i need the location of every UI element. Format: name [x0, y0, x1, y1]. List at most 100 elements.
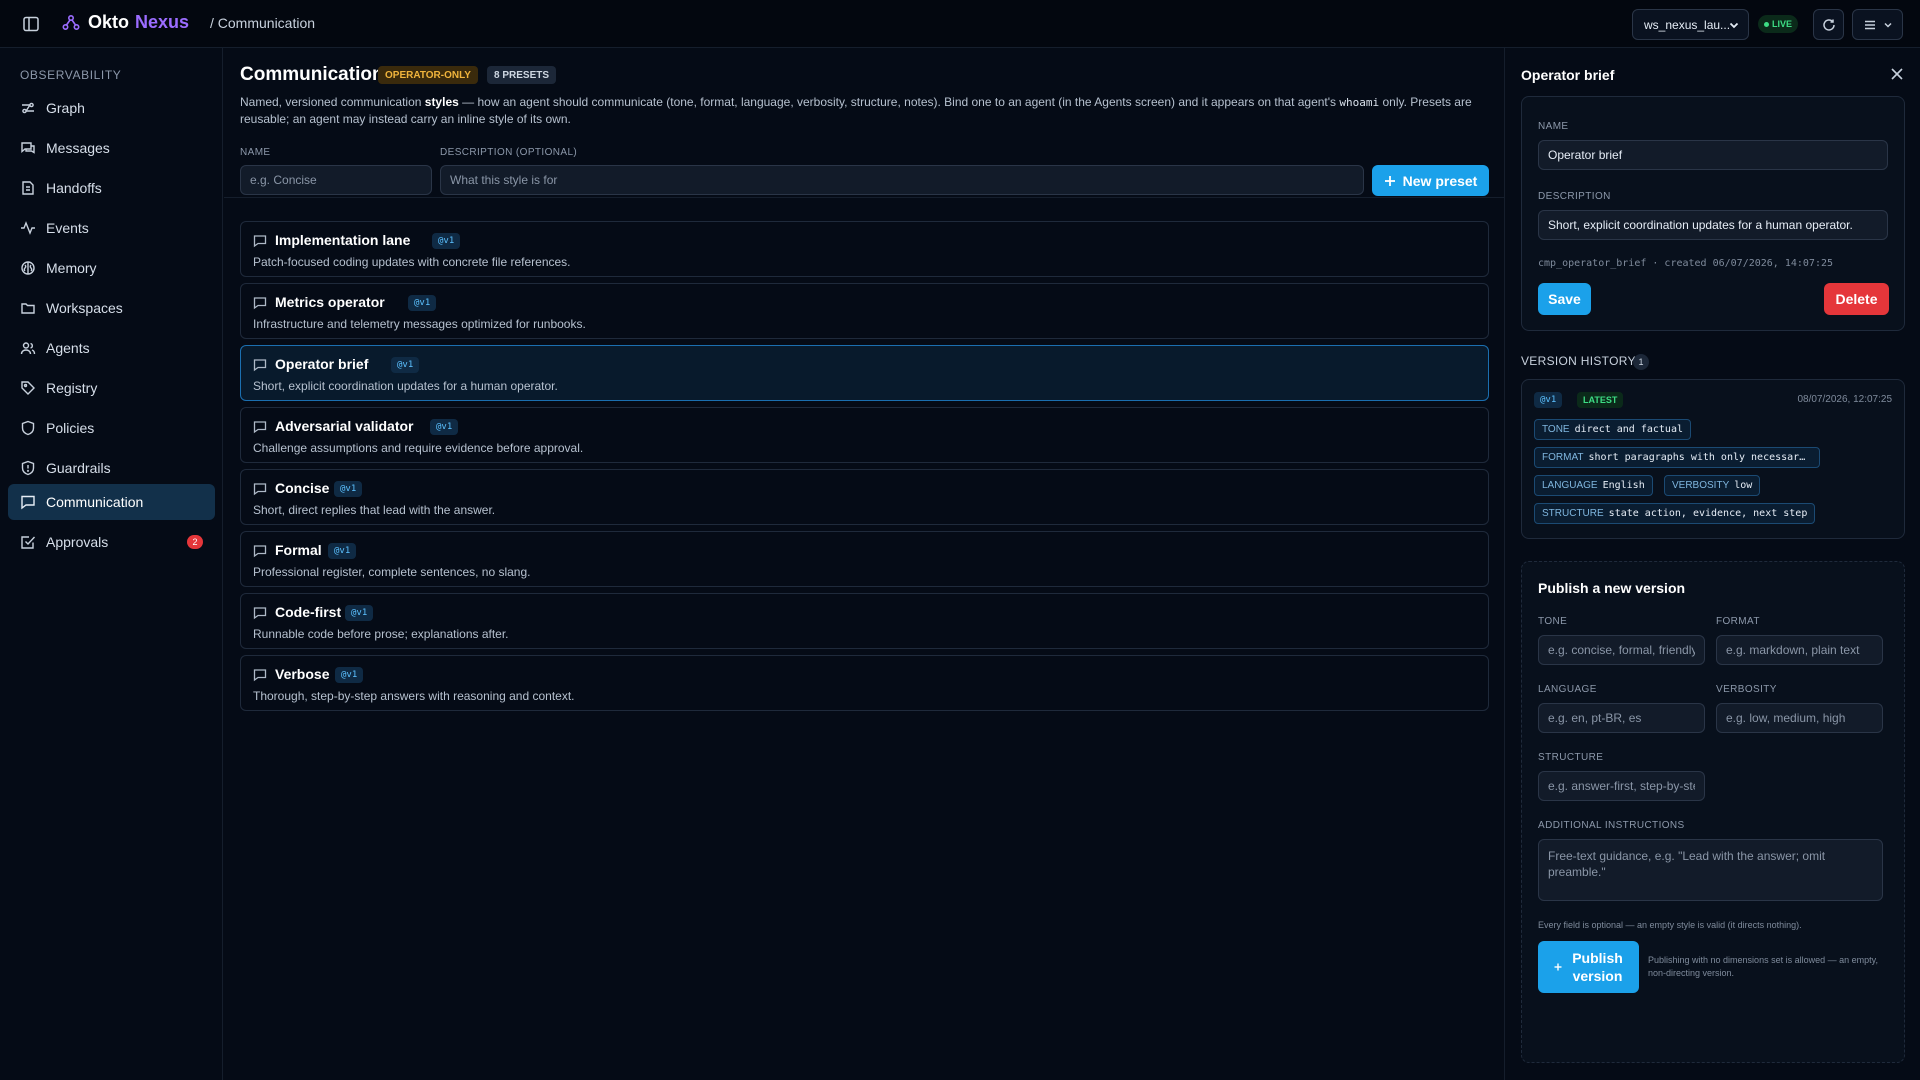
chat-icon [21, 495, 35, 510]
version-history-title: VERSION HISTORY [1521, 354, 1636, 368]
workspace-select[interactable]: ws_nexus_lau... [1632, 9, 1749, 40]
dimension-value: English [1602, 480, 1645, 491]
menu-button[interactable] [1852, 9, 1903, 40]
preset-edit-card: NAME DESCRIPTION cmp_operator_brief · cr… [1521, 96, 1905, 331]
sidebar-item-policies[interactable]: Policies [8, 410, 215, 446]
preset-meta: cmp_operator_brief · created 06/07/2026,… [1538, 258, 1834, 269]
handoffs-icon [22, 181, 34, 195]
preset-description-field[interactable] [1538, 210, 1888, 240]
message-square-icon [253, 669, 267, 682]
preset-card[interactable]: Code-first @v1 Runnable code before pros… [240, 593, 1489, 649]
brand-name: Okto [88, 12, 130, 32]
dimension-key: STRUCTURE [1542, 508, 1604, 519]
main-content: Communication OPERATOR-ONLY 8 PRESETS Na… [224, 48, 1504, 1080]
page-description: Named, versioned communication styles — … [240, 94, 1490, 127]
page-title: Communication [240, 64, 384, 85]
sidebar-item-approvals[interactable]: Approvals 2 [8, 524, 215, 560]
messages-icon [21, 142, 35, 154]
verbosity-label: VERBOSITY [1716, 684, 1777, 695]
folder-icon [21, 303, 35, 314]
publish-button-text: Publish version [1572, 949, 1623, 985]
message-square-icon [253, 421, 267, 434]
language-input[interactable] [1538, 703, 1705, 733]
structure-input[interactable] [1538, 771, 1705, 801]
sidebar-item-agents[interactable]: Agents [8, 330, 215, 366]
description-field-label: DESCRIPTION (OPTIONAL) [440, 147, 578, 158]
message-square-icon [253, 483, 267, 496]
preset-description: Challenge assumptions and require eviden… [253, 441, 584, 455]
preset-name: Code-first [275, 604, 342, 620]
sidebar-item-memory[interactable]: Memory [8, 250, 215, 286]
graph-icon [22, 102, 34, 114]
save-button[interactable]: Save [1538, 283, 1591, 315]
message-square-icon [253, 359, 267, 372]
version-chip: @v1 [1534, 392, 1563, 408]
preset-name-field[interactable] [1538, 140, 1888, 170]
chevron-down-icon [1883, 22, 1892, 28]
sidebar-item-label: Policies [46, 420, 95, 436]
sidebar-item-communication[interactable]: Communication [8, 484, 215, 520]
shield-check-icon [21, 460, 35, 476]
logo-icon [62, 14, 80, 30]
preset-card[interactable]: Formal @v1 Professional register, comple… [240, 531, 1489, 587]
users-icon [20, 342, 36, 355]
live-status-badge: LIVE [1758, 15, 1799, 33]
sidebar-toggle-icon[interactable] [22, 15, 40, 33]
preset-description: Runnable code before prose; explanations… [253, 627, 509, 641]
version-chip: @v1 [328, 543, 357, 559]
sidebar-item-label: Graph [46, 100, 85, 116]
sidebar-item-handoffs[interactable]: Handoffs [8, 170, 215, 206]
operator-only-badge: OPERATOR-ONLY [378, 66, 478, 84]
name-field-label: NAME [240, 147, 271, 158]
delete-button[interactable]: Delete [1824, 283, 1889, 315]
sidebar-item-registry[interactable]: Registry [8, 370, 215, 406]
sidebar-item-label: Messages [46, 140, 110, 156]
tone-input[interactable] [1538, 635, 1705, 665]
publish-version-button[interactable]: Publish version [1538, 941, 1639, 993]
dimension-key: LANGUAGE [1542, 480, 1598, 491]
preset-card[interactable]: Verbose @v1 Thorough, step-by-step answe… [240, 655, 1489, 711]
description-text: Named, versioned communication [240, 95, 425, 109]
format-label: FORMAT [1716, 616, 1760, 627]
dimension-key: VERBOSITY [1672, 480, 1730, 491]
version-chip: @v1 [432, 233, 461, 249]
preset-name: Metrics operator [275, 294, 385, 310]
description-label: DESCRIPTION [1538, 191, 1611, 202]
preset-name-input[interactable] [240, 165, 432, 195]
tone-label: TONE [1538, 616, 1568, 627]
preset-card-selected[interactable]: Operator brief @v1 Short, explicit coord… [240, 345, 1489, 401]
divider [224, 197, 1504, 198]
instructions-label: ADDITIONAL INSTRUCTIONS [1538, 820, 1685, 831]
menu-icon [1864, 20, 1875, 29]
version-chip: @v1 [408, 295, 437, 311]
instructions-textarea[interactable] [1538, 839, 1883, 901]
sidebar-item-messages[interactable]: Messages [8, 130, 215, 166]
close-icon[interactable] [1890, 67, 1904, 81]
dimension-value: low [1734, 480, 1753, 491]
brand[interactable]: Okto Nexus [62, 12, 189, 33]
preset-card[interactable]: Metrics operator @v1 Infrastructure and … [240, 283, 1489, 339]
refresh-button[interactable] [1813, 9, 1844, 40]
sidebar-item-events[interactable]: Events [8, 210, 215, 246]
verbosity-input[interactable] [1716, 703, 1883, 733]
new-preset-button[interactable]: New preset [1372, 165, 1489, 196]
sidebar-item-graph[interactable]: Graph [8, 90, 215, 126]
check-square-icon [21, 536, 36, 549]
version-card[interactable]: @v1 LATEST 08/07/2026, 12:07:25 TONE dire… [1521, 379, 1905, 539]
preset-description-input[interactable] [440, 165, 1364, 195]
new-preset-label: New preset [1402, 172, 1478, 189]
sidebar-item-workspaces[interactable]: Workspaces [8, 290, 215, 326]
sidebar-item-label: Guardrails [46, 460, 111, 476]
sidebar-item-label: Approvals [46, 534, 109, 550]
presets-count-badge: 8 PRESETS [487, 66, 557, 84]
format-dimension: FORMAT short paragraphs with only necessa… [1534, 447, 1820, 468]
preset-description: Infrastructure and telemetry messages op… [253, 317, 586, 331]
preset-card[interactable]: Concise @v1 Short, direct replies that l… [240, 469, 1489, 525]
refresh-icon [1822, 18, 1835, 31]
format-input[interactable] [1716, 635, 1883, 665]
live-dot-icon [1764, 21, 1769, 27]
sidebar-item-guardrails[interactable]: Guardrails [8, 450, 215, 486]
preset-card[interactable]: Implementation lane @v1 Patch-focused co… [240, 221, 1489, 277]
preset-card[interactable]: Adversarial validator @v1 Challenge assu… [240, 407, 1489, 463]
publish-label-line2: version [1572, 968, 1623, 984]
